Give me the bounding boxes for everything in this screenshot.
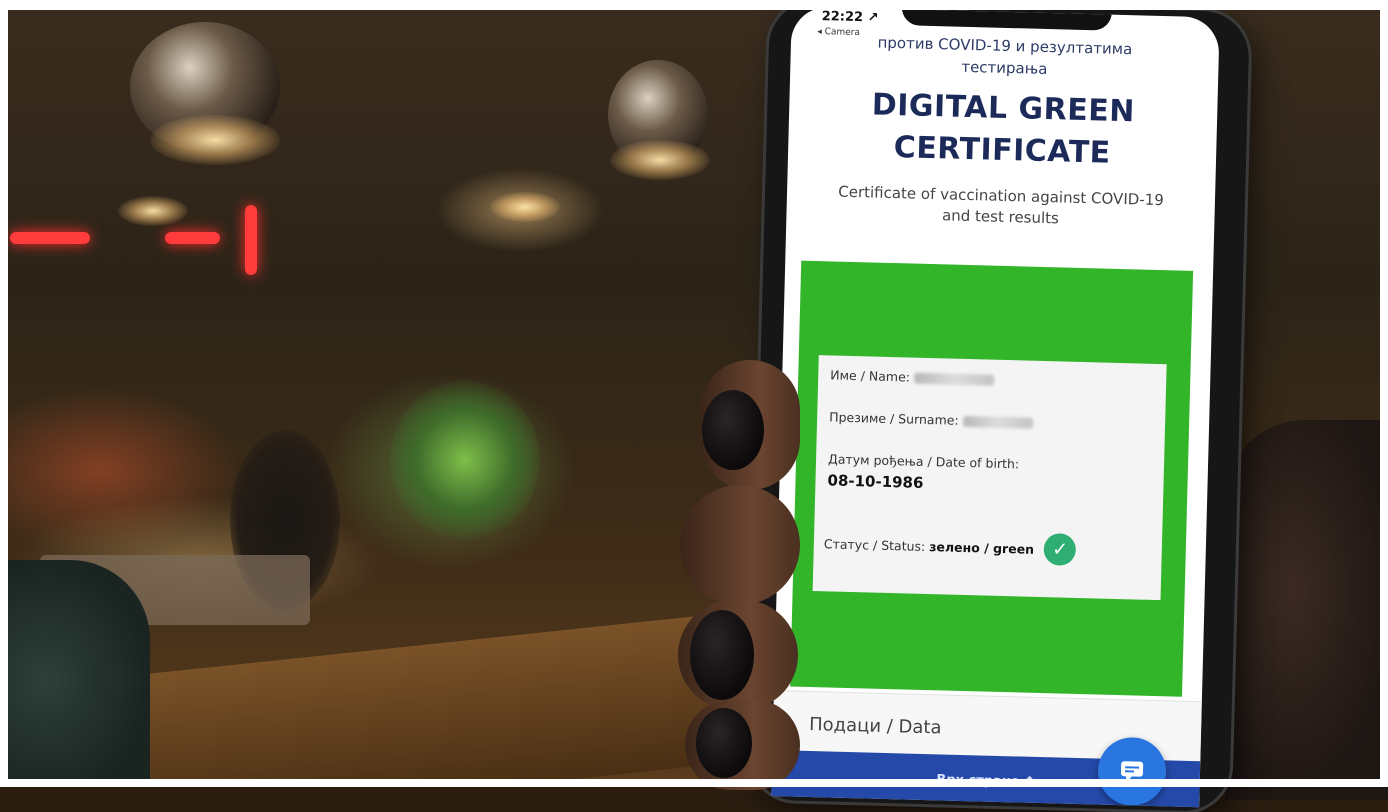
phone-notch bbox=[901, 6, 1112, 31]
data-section-label: Подаци / Data bbox=[808, 713, 942, 739]
lamp-glow-mid bbox=[490, 192, 560, 222]
green-status-panel: Име / Name: Презиме / Surname: Датум рођ… bbox=[790, 260, 1194, 697]
right-hand bbox=[1225, 420, 1388, 800]
title-line-1: DIGITAL GREEN bbox=[871, 87, 1136, 130]
dob-value: 08-10-1986 bbox=[827, 471, 924, 492]
status-time: 22:22 ↗ bbox=[821, 9, 879, 26]
left-hand bbox=[670, 360, 810, 790]
sleeve-foreground bbox=[0, 560, 150, 787]
finger-2 bbox=[680, 485, 800, 605]
lamp-glow-right bbox=[610, 140, 710, 180]
name-label: Име / Name: bbox=[830, 367, 911, 385]
surname-row: Презиме / Surname: bbox=[829, 409, 1033, 429]
fingernail-4 bbox=[696, 708, 752, 778]
neon-light-mid bbox=[165, 232, 220, 244]
neon-light-vertical bbox=[245, 205, 257, 275]
smartphone: 22:22 ↗ ◂ Camera против COVID-19 и резул… bbox=[749, 0, 1250, 812]
status-label: Статус / Status: bbox=[823, 535, 926, 554]
surname-label: Презиме / Surname: bbox=[828, 409, 959, 428]
name-redacted bbox=[913, 372, 995, 386]
surname-redacted bbox=[962, 415, 1033, 429]
lamp-glow-small bbox=[118, 196, 188, 226]
plant-blur bbox=[390, 380, 540, 540]
certificate-card: Име / Name: Презиме / Surname: Датум рођ… bbox=[812, 355, 1167, 601]
phone-screen: 22:22 ↗ ◂ Camera против COVID-19 и резул… bbox=[771, 6, 1220, 808]
fingernail-1 bbox=[702, 390, 764, 470]
status-value: зелено / green bbox=[929, 538, 1035, 557]
neon-light-left bbox=[10, 232, 90, 244]
title-line-2: CERTIFICATE bbox=[893, 130, 1112, 171]
status-row: Статус / Status: зелено / green ✓ bbox=[823, 527, 1077, 566]
fingernail-3 bbox=[690, 610, 754, 700]
lamp-glow-left bbox=[150, 115, 280, 165]
check-circle-icon: ✓ bbox=[1043, 533, 1077, 566]
dob-label: Датум рођења / Date of birth: bbox=[827, 451, 1020, 472]
name-row: Име / Name: bbox=[830, 367, 995, 386]
